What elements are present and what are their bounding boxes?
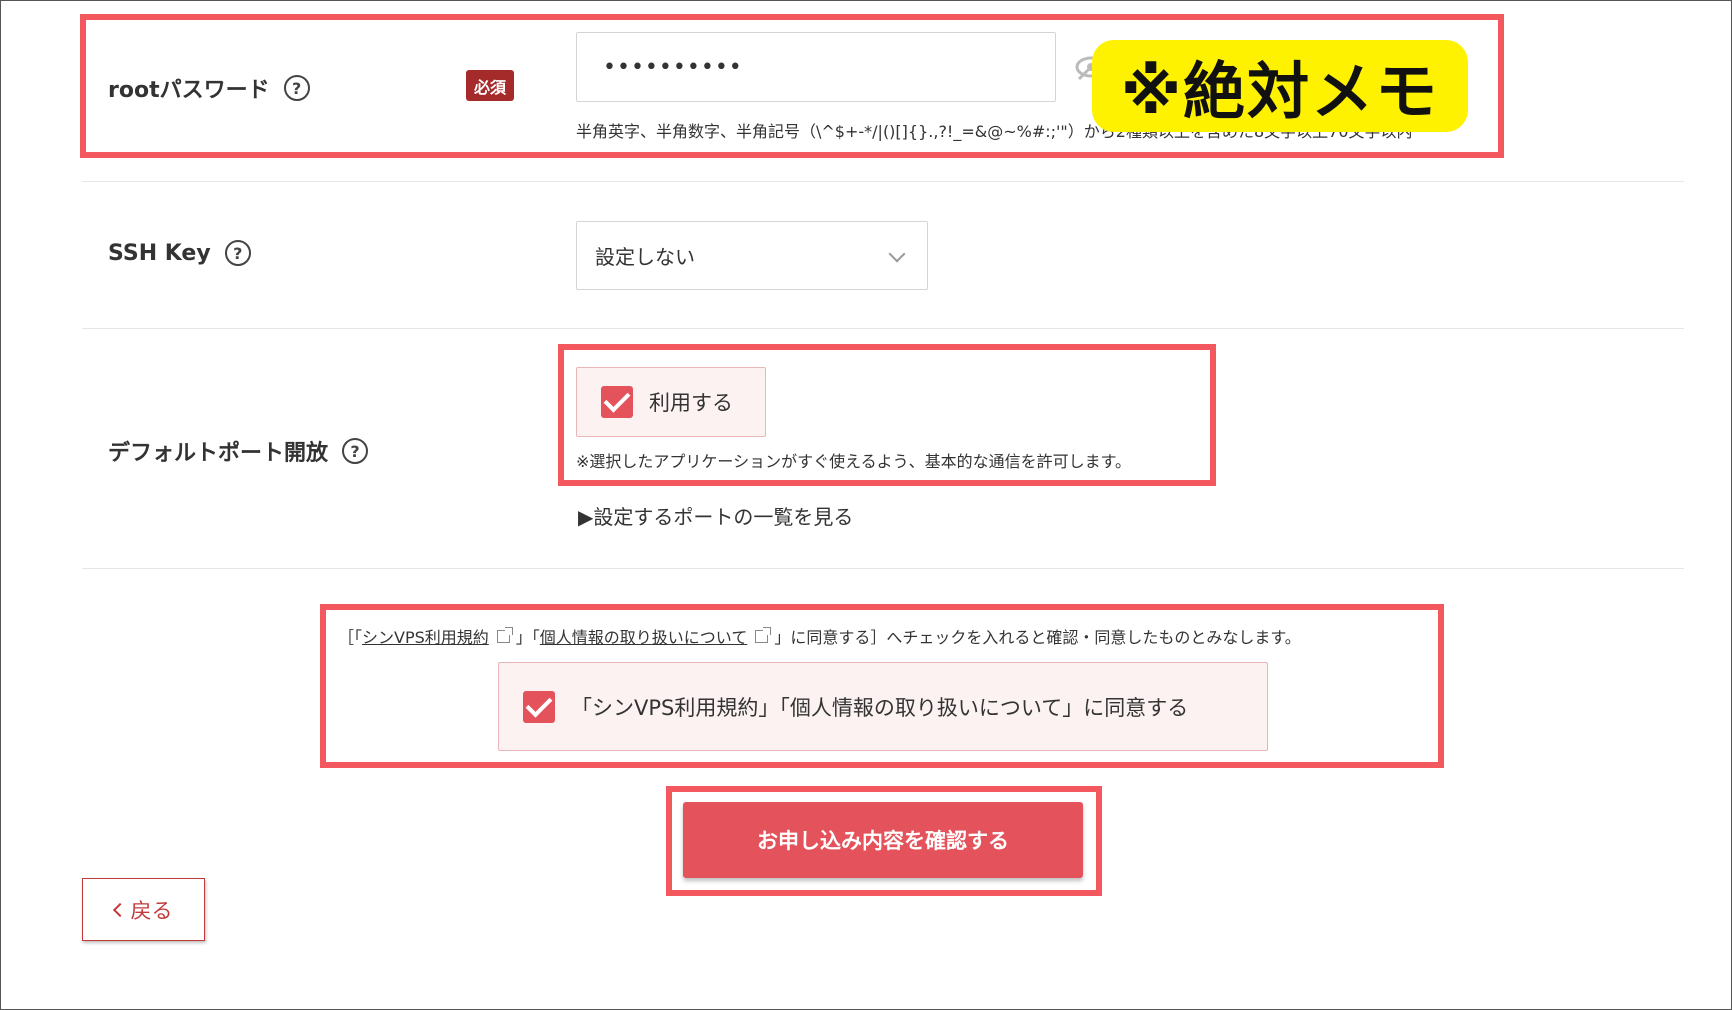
ssh-key-selected: 設定しない <box>595 245 695 269</box>
ssh-key-label: SSH Key <box>108 240 211 266</box>
highlight-root-password <box>80 14 1504 158</box>
default-port-label: デフォルトポート開放 <box>108 441 329 466</box>
row-divider <box>82 181 1684 182</box>
help-icon[interactable]: ? <box>224 240 251 266</box>
highlight-submit <box>666 786 1102 896</box>
row-divider <box>82 328 1684 329</box>
chevron-left-icon <box>112 902 127 917</box>
ssh-key-select[interactable]: 設定しない <box>576 221 928 290</box>
ssh-key-label-group: SSH Key ? <box>108 240 251 266</box>
highlight-default-port <box>558 344 1216 486</box>
chevron-down-icon <box>888 245 906 263</box>
row-divider <box>82 568 1684 569</box>
back-button[interactable]: 戻る <box>82 878 205 941</box>
default-port-label-group: デフォルトポート開放 ? <box>108 435 369 467</box>
back-button-label: 戻る <box>130 898 173 923</box>
help-icon[interactable]: ? <box>342 438 369 464</box>
highlight-agreement <box>320 604 1444 768</box>
ports-list-link[interactable]: ▶設定するポートの一覧を見る <box>578 501 853 530</box>
